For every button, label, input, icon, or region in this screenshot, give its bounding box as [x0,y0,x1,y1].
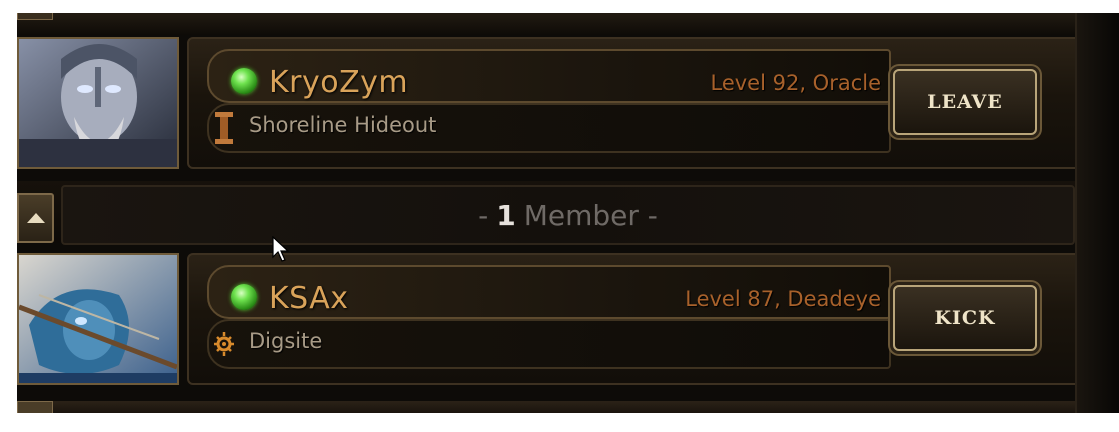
character-portrait[interactable] [17,253,179,385]
leave-party-button[interactable]: LEAVE [893,69,1037,135]
member-count-label: Member - [523,198,658,232]
name-bar: KSAx Level 87, Deadeye [207,265,891,319]
member-zone: Digsite [249,329,323,353]
member-count-prefix: - [478,198,489,232]
hideout-pillar-icon [215,112,233,144]
previous-collapse-button[interactable] [17,13,53,20]
member-name[interactable]: KryoZym [269,65,408,100]
online-status-icon [231,284,257,310]
previous-row-edge [17,13,1077,35]
member-info-panel: KryoZym Level 92, Oracle Shoreline Hideo… [187,37,1081,169]
party-panel: KryoZym Level 92, Oracle Shoreline Hideo… [17,13,1119,413]
next-row-edge [17,401,1075,413]
party-member-row: KryoZym Level 92, Oracle Shoreline Hideo… [17,35,1081,183]
member-count: 1 [496,198,516,232]
party-member-row: KSAx Level 87, Deadeye Digsite KICK [17,249,1081,397]
chevron-up-icon [26,213,45,223]
member-name[interactable]: KSAx [269,281,349,316]
kick-member-button[interactable]: KICK [893,285,1037,351]
oracle-portrait-icon [19,39,177,167]
online-status-icon [231,68,257,94]
member-count-divider: - 1 Member - [17,181,1075,245]
collapse-button[interactable] [17,193,54,243]
member-zone: Shoreline Hideout [249,113,437,137]
member-level-class: Level 92, Oracle [710,71,881,95]
panel-scrollbar[interactable] [1075,13,1119,413]
deadeye-portrait-icon [19,255,177,383]
next-collapse-button[interactable] [17,401,53,413]
mouse-cursor-icon [272,236,290,262]
member-count-bar: - 1 Member - [61,185,1075,245]
name-bar: KryoZym Level 92, Oracle [207,49,891,103]
character-portrait[interactable] [17,37,179,169]
member-level-class: Level 87, Deadeye [685,287,881,311]
waypoint-sun-icon [214,332,234,356]
member-info-panel: KSAx Level 87, Deadeye Digsite KICK [187,253,1081,385]
